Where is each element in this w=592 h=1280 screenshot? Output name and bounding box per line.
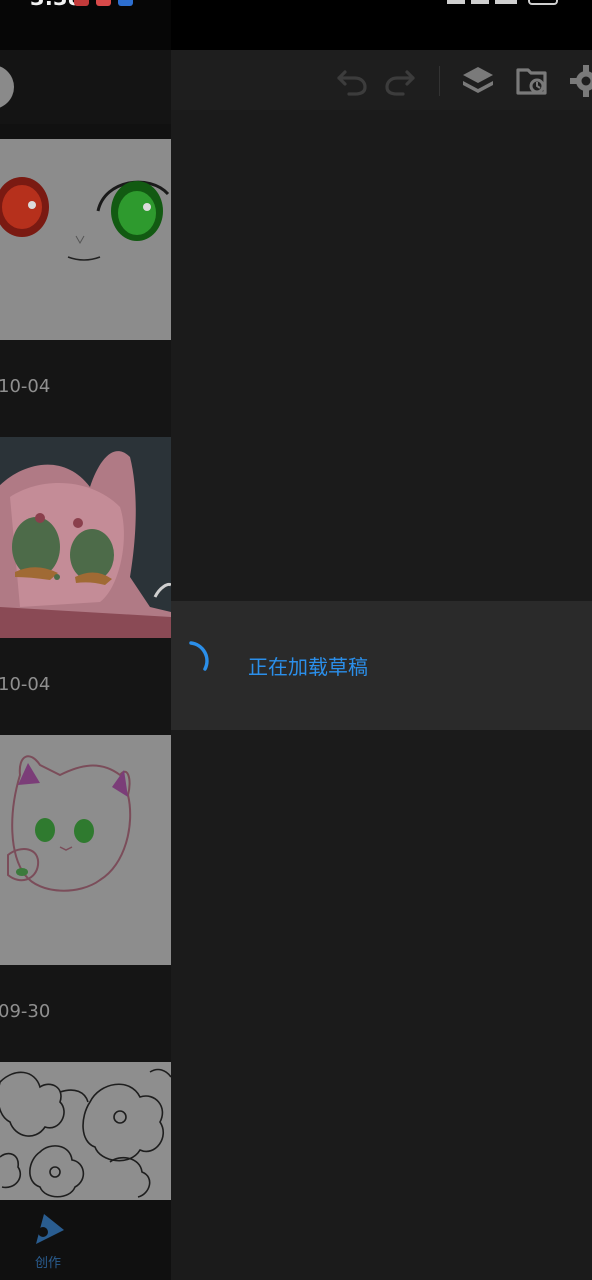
notification-app-icon <box>74 0 89 6</box>
artwork-thumbnail[interactable] <box>0 735 171 965</box>
artwork-date-row: 10-04 <box>0 638 171 735</box>
import-image-icon[interactable] <box>515 64 549 98</box>
layers-icon[interactable] <box>461 64 495 98</box>
gallery-panel: 3:38 10-04 <box>0 0 171 1280</box>
settings-icon[interactable] <box>569 64 592 98</box>
artwork-thumbnail[interactable] <box>0 437 171 638</box>
loading-dialog: 正在加载草稿 <box>171 601 592 730</box>
artwork-date: 09-30 <box>0 1001 51 1022</box>
artwork-thumbnail[interactable] <box>0 139 171 340</box>
status-bar: 3:38 <box>0 0 171 50</box>
artwork-thumbnail[interactable] <box>0 1062 171 1200</box>
toolbar-divider <box>439 66 440 96</box>
artwork-date-row: 10-04 <box>0 340 171 437</box>
drawing-toolbar <box>171 50 592 110</box>
bottom-navigation: 创作 <box>0 1200 171 1280</box>
artwork-date: 10-04 <box>0 674 51 695</box>
nav-create-label: 创作 <box>34 1256 61 1271</box>
artwork-date: 10-04 <box>0 376 51 397</box>
status-indicators-icon <box>447 0 558 5</box>
artwork-date-row: 09-30 <box>0 965 171 1062</box>
notification-app-icon <box>118 0 133 6</box>
create-icon <box>36 1214 64 1244</box>
undo-icon[interactable] <box>335 64 369 96</box>
status-bar-right <box>171 0 592 50</box>
gallery-header <box>0 50 171 124</box>
loading-message: 正在加载草稿 <box>248 655 368 679</box>
notification-app-icon <box>96 0 111 6</box>
loading-spinner-icon <box>189 641 209 671</box>
redo-icon[interactable] <box>383 64 417 96</box>
